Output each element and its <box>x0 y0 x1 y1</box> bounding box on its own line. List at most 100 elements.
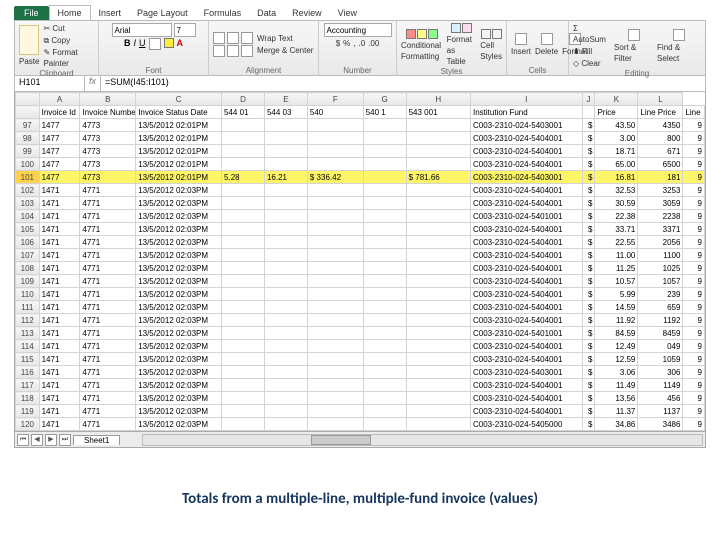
table-row[interactable]: 981477477313/5/2012 02:01PMC003-2310-024… <box>16 132 705 145</box>
cell[interactable] <box>406 119 470 132</box>
cell[interactable]: 9 <box>683 392 705 405</box>
field-header[interactable]: Price <box>595 106 638 119</box>
cell[interactable]: 4773 <box>80 171 136 184</box>
cell[interactable]: 13/5/2012 02:03PM <box>136 379 222 392</box>
cell[interactable]: 9 <box>683 158 705 171</box>
cell[interactable]: 1471 <box>39 314 80 327</box>
cell[interactable]: $ 781.66 <box>406 171 470 184</box>
cell[interactable]: 13/5/2012 02:01PM <box>136 132 222 145</box>
col-header[interactable]: B <box>80 93 136 106</box>
spreadsheet-grid[interactable]: ABCDEFGHIJKL Invoice IdInvoice NumberInv… <box>14 92 706 432</box>
sheet-nav-last[interactable]: ⏭ <box>59 434 71 446</box>
cell[interactable] <box>363 366 406 379</box>
cell[interactable] <box>264 119 307 132</box>
cell[interactable]: 1471 <box>39 340 80 353</box>
cell[interactable] <box>406 366 470 379</box>
align-center-icon[interactable] <box>227 45 239 57</box>
cell[interactable]: 239 <box>638 288 683 301</box>
cell[interactable] <box>264 301 307 314</box>
cell[interactable]: 4771 <box>80 418 136 431</box>
font-color-button[interactable]: A <box>177 38 184 50</box>
cell[interactable]: C003-2310-024-5404001 <box>470 353 582 366</box>
cell[interactable]: 1471 <box>39 327 80 340</box>
cell[interactable]: 33.71 <box>595 223 638 236</box>
cell[interactable] <box>406 158 470 171</box>
cell[interactable]: $ <box>582 249 595 262</box>
col-header[interactable]: K <box>595 93 638 106</box>
cell[interactable] <box>307 223 363 236</box>
cell[interactable]: 9 <box>683 418 705 431</box>
cell[interactable]: 13/5/2012 02:03PM <box>136 197 222 210</box>
cell[interactable]: 4771 <box>80 301 136 314</box>
cell[interactable]: 16.81 <box>595 171 638 184</box>
tab-formulas[interactable]: Formulas <box>196 6 250 20</box>
corner[interactable] <box>16 106 40 119</box>
cell[interactable]: 800 <box>638 132 683 145</box>
cell[interactable]: 1471 <box>39 210 80 223</box>
cell[interactable] <box>406 275 470 288</box>
cell[interactable] <box>222 158 265 171</box>
cell[interactable] <box>264 262 307 275</box>
field-header[interactable]: 544 01 <box>222 106 265 119</box>
cell[interactable] <box>222 379 265 392</box>
cell[interactable]: $ <box>582 392 595 405</box>
cell[interactable]: 9 <box>683 223 705 236</box>
tab-file[interactable]: File <box>14 6 49 20</box>
cell[interactable]: 13/5/2012 02:01PM <box>136 119 222 132</box>
cell[interactable] <box>406 288 470 301</box>
cell[interactable] <box>363 379 406 392</box>
cell[interactable] <box>307 379 363 392</box>
cell[interactable] <box>307 288 363 301</box>
cell[interactable] <box>222 353 265 366</box>
cell[interactable]: 65.00 <box>595 158 638 171</box>
cell[interactable]: C003-2310-024-5404001 <box>470 340 582 353</box>
cell[interactable]: 8459 <box>638 327 683 340</box>
format-painter-button[interactable]: ✎ Format Painter <box>43 47 94 69</box>
cell[interactable]: $ <box>582 275 595 288</box>
cell[interactable] <box>264 405 307 418</box>
cell[interactable]: 4771 <box>80 275 136 288</box>
cut-button[interactable]: ✂ Cut <box>43 23 94 34</box>
cell[interactable]: 13/5/2012 02:01PM <box>136 158 222 171</box>
cell[interactable]: 1471 <box>39 275 80 288</box>
cell[interactable]: 4771 <box>80 314 136 327</box>
cell[interactable] <box>363 197 406 210</box>
cell[interactable]: 1477 <box>39 158 80 171</box>
cell[interactable]: 1471 <box>39 223 80 236</box>
cell[interactable]: 4773 <box>80 119 136 132</box>
cell[interactable] <box>363 288 406 301</box>
cell[interactable]: C003-2310-024-5405000 <box>470 418 582 431</box>
tab-insert[interactable]: Insert <box>91 6 130 20</box>
cell[interactable]: 13/5/2012 02:03PM <box>136 210 222 223</box>
row-header[interactable]: 108 <box>16 262 40 275</box>
cell[interactable]: 11.92 <box>595 314 638 327</box>
cell[interactable] <box>222 210 265 223</box>
cell[interactable]: $ <box>582 288 595 301</box>
cell[interactable]: C003-2310-024-5404001 <box>470 184 582 197</box>
cell[interactable]: 4771 <box>80 366 136 379</box>
col-header[interactable]: F <box>307 93 363 106</box>
cell[interactable] <box>406 262 470 275</box>
cell[interactable]: 13/5/2012 02:03PM <box>136 301 222 314</box>
cell[interactable]: 13/5/2012 02:03PM <box>136 275 222 288</box>
table-row[interactable]: 1131471477113/5/2012 02:03PMC003-2310-02… <box>16 327 705 340</box>
font-name-dropdown[interactable]: Arial <box>112 23 172 37</box>
table-row[interactable]: 1011477477313/5/2012 02:01PM5.2816.21$ 3… <box>16 171 705 184</box>
col-header[interactable] <box>16 93 40 106</box>
table-row[interactable]: 1141471477113/5/2012 02:03PMC003-2310-02… <box>16 340 705 353</box>
cell[interactable]: 671 <box>638 145 683 158</box>
cell[interactable]: 4773 <box>80 145 136 158</box>
cell[interactable] <box>406 327 470 340</box>
cell[interactable] <box>406 249 470 262</box>
cell[interactable]: 12.49 <box>595 340 638 353</box>
row-header[interactable]: 99 <box>16 145 40 158</box>
cell[interactable]: 9 <box>683 327 705 340</box>
cell[interactable]: 306 <box>638 366 683 379</box>
cell[interactable]: 9 <box>683 197 705 210</box>
cell[interactable]: C003-2310-024-5404001 <box>470 132 582 145</box>
cell[interactable]: 9 <box>683 353 705 366</box>
cell[interactable] <box>264 236 307 249</box>
horizontal-scrollbar[interactable] <box>142 434 703 446</box>
cell[interactable] <box>307 275 363 288</box>
cell[interactable]: 13/5/2012 02:03PM <box>136 314 222 327</box>
